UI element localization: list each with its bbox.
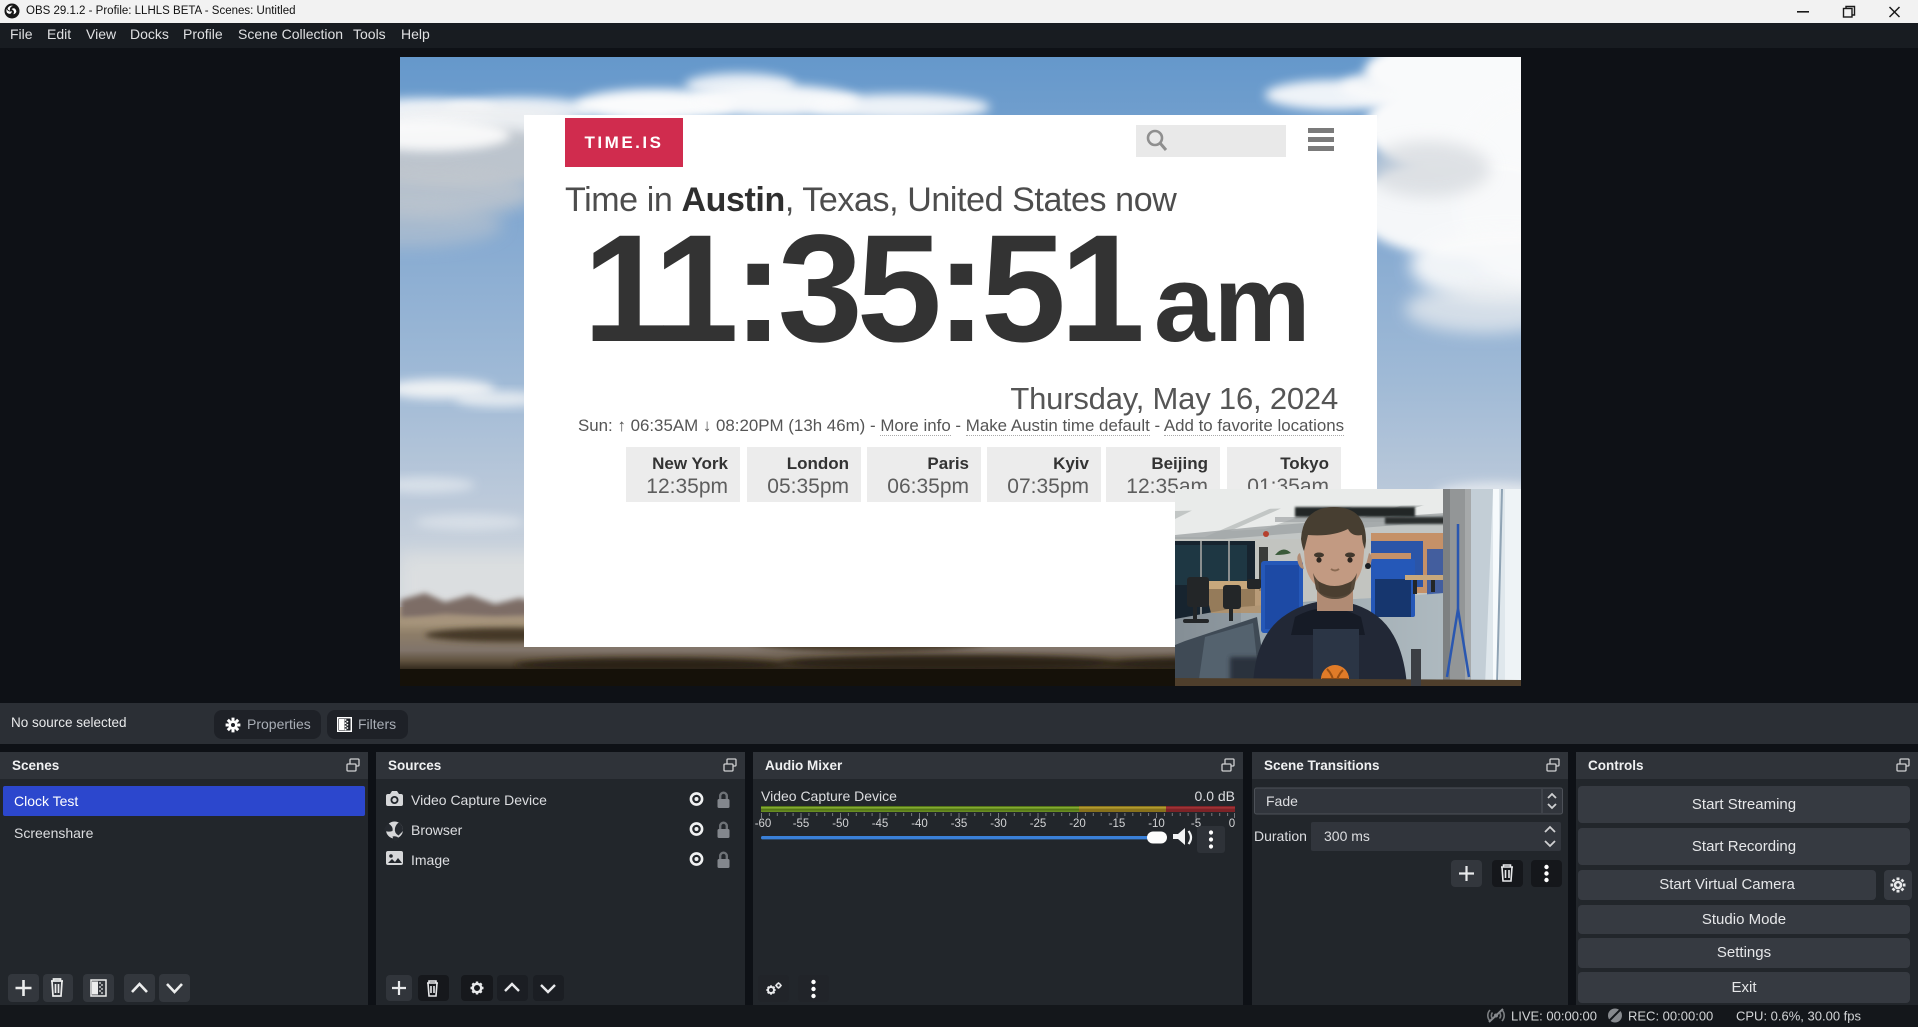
svg-text:Duration: Duration [1254, 828, 1307, 844]
svg-text:0.0 dB: 0.0 dB [1195, 788, 1235, 804]
svg-text:-55: -55 [793, 818, 810, 830]
svg-text:Video Capture Device: Video Capture Device [411, 792, 547, 808]
svg-text:-20: -20 [1069, 818, 1086, 830]
svg-text:Image: Image [411, 852, 450, 868]
svg-text:Browser: Browser [411, 822, 463, 838]
svg-text:-15: -15 [1109, 818, 1126, 830]
svg-text:0: 0 [1229, 818, 1235, 830]
svg-text:-25: -25 [1030, 818, 1047, 830]
svg-text:-50: -50 [832, 818, 849, 830]
svg-text:300 ms: 300 ms [1324, 828, 1370, 844]
svg-text:-10: -10 [1148, 818, 1165, 830]
svg-text:-45: -45 [872, 818, 889, 830]
svg-text:LIVE: 00:00:00: LIVE: 00:00:00 [1511, 1009, 1597, 1024]
svg-text:Video Capture Device: Video Capture Device [761, 788, 897, 804]
svg-text:-40: -40 [911, 818, 928, 830]
svg-text:CPU: 0.6%, 30.00 fps: CPU: 0.6%, 30.00 fps [1736, 1009, 1862, 1024]
svg-text:Fade: Fade [1266, 793, 1298, 809]
svg-text:-35: -35 [951, 818, 968, 830]
svg-text:-30: -30 [990, 818, 1007, 830]
svg-text:REC: 00:00:00: REC: 00:00:00 [1628, 1009, 1713, 1024]
svg-text:-60: -60 [755, 818, 772, 830]
